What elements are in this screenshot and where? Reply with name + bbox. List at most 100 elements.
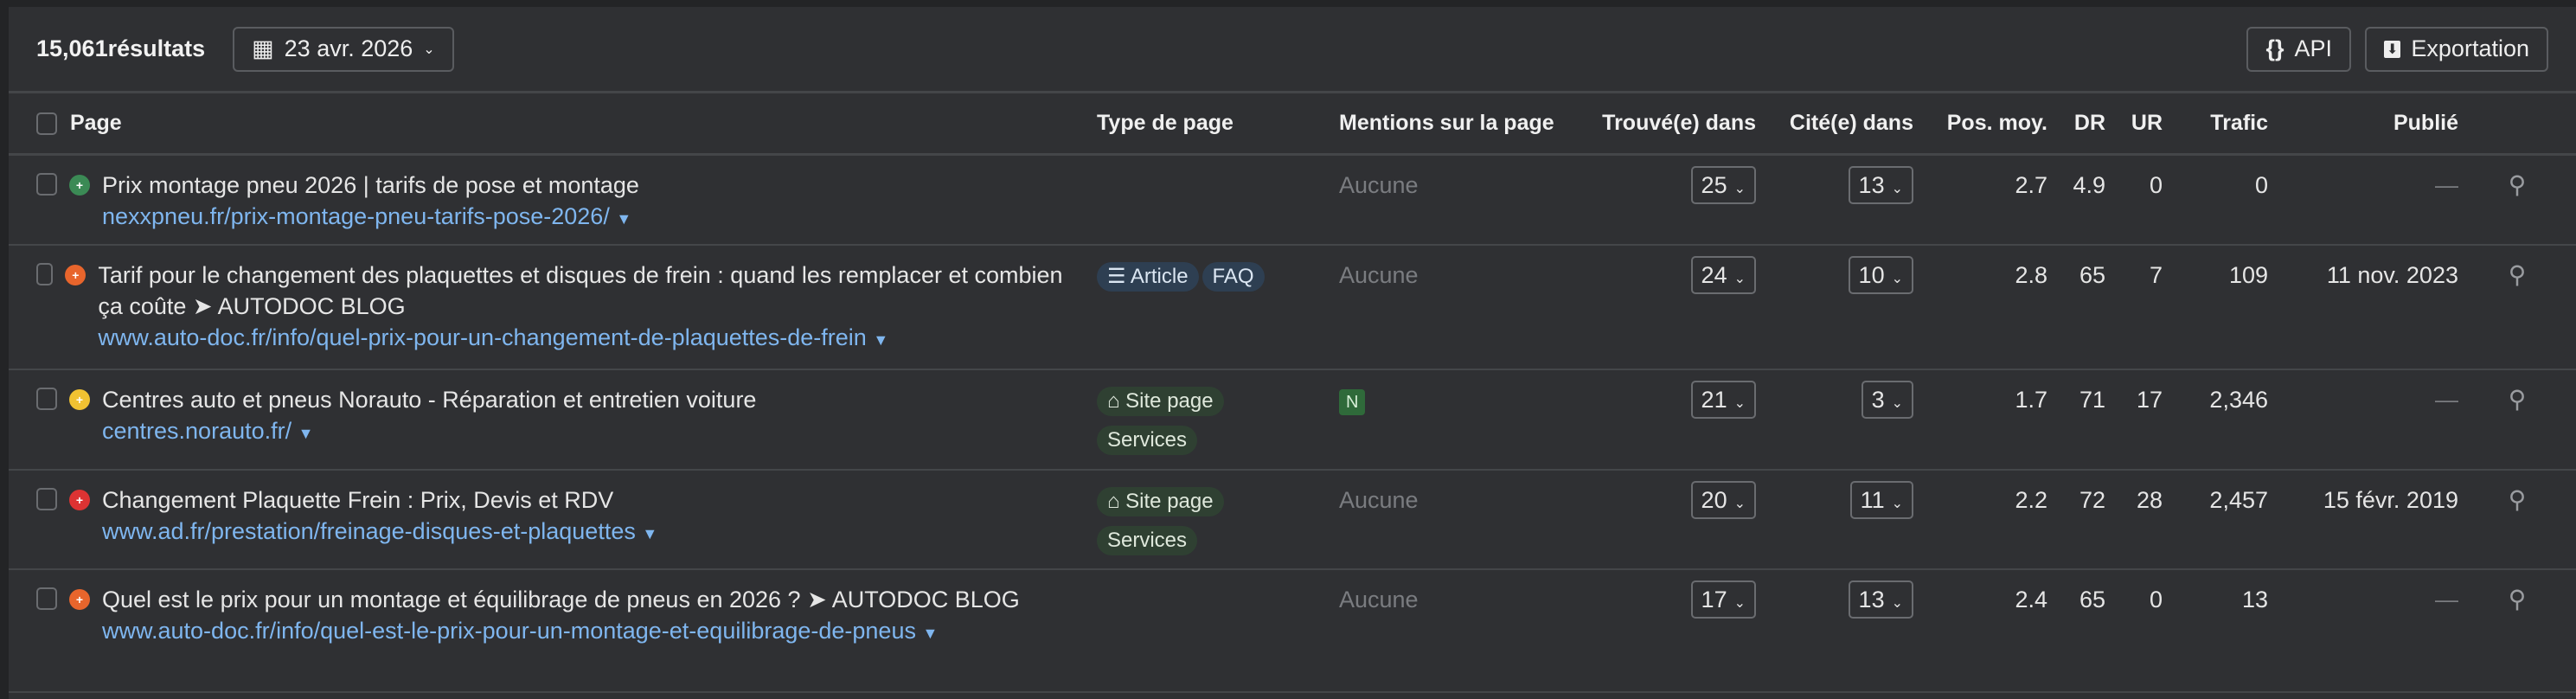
traffic: 2,346 <box>2163 369 2268 471</box>
table-row: + Quel est le prix pour un montage et éq… <box>9 569 2576 693</box>
mention-text: Aucune <box>1339 487 1419 513</box>
page-type-tag: ⌂ Site page <box>1097 387 1224 416</box>
table-row: + Changement Plaquette Frein : Prix, Dev… <box>9 470 2576 570</box>
page-type-tag: Services <box>1097 526 1198 555</box>
page-title[interactable]: Centres auto et pneus Norauto - Réparati… <box>102 384 756 415</box>
traffic: 109 <box>2163 245 2268 370</box>
chevron-down-icon: ⌄ <box>1733 596 1746 611</box>
col-dr[interactable]: DR <box>2047 93 2105 156</box>
cited-in-dropdown[interactable]: 3 ⌄ <box>1861 381 1913 419</box>
search-icon[interactable]: ⚲ <box>2509 586 2527 612</box>
mention-text: Aucune <box>1339 262 1419 288</box>
mention-text: Aucune <box>1339 171 1419 198</box>
found-value: 24 <box>1701 262 1727 288</box>
found-in-dropdown[interactable]: 20 ⌄ <box>1690 481 1756 519</box>
found-value: 17 <box>1701 587 1727 612</box>
url-rating: 17 <box>2105 369 2163 471</box>
domain-rating: 65 <box>2047 569 2105 693</box>
braces-icon: {} <box>2265 35 2284 61</box>
col-pos[interactable]: Pos. moy. <box>1913 93 2047 156</box>
traffic: 2,457 <box>2163 470 2268 570</box>
row-checkbox[interactable] <box>36 263 54 285</box>
found-value: 25 <box>1701 171 1727 198</box>
caret-down-icon[interactable]: ▼ <box>298 425 314 442</box>
caret-down-icon[interactable]: ▼ <box>873 331 888 349</box>
search-icon[interactable]: ⚲ <box>2509 261 2527 288</box>
page-url[interactable]: www.ad.fr/prestation/freinage-disques-et… <box>102 518 636 544</box>
page-url[interactable]: www.auto-doc.fr/info/quel-prix-pour-un-c… <box>98 324 866 350</box>
search-icon[interactable]: ⚲ <box>2509 171 2527 198</box>
avg-position: 1.7 <box>1913 369 2047 471</box>
found-in-dropdown[interactable]: 17 ⌄ <box>1690 580 1756 619</box>
row-checkbox[interactable] <box>36 488 57 510</box>
col-found[interactable]: Trouvé(e) dans <box>1574 93 1756 156</box>
chevron-down-icon: ⌄ <box>1891 272 1903 286</box>
home-icon: ⌂ <box>1107 490 1120 513</box>
select-all-checkbox[interactable] <box>36 112 57 136</box>
date-label: 23 avr. 2026 <box>284 35 413 61</box>
page-type-cell <box>1097 569 1339 693</box>
cited-in-dropdown[interactable]: 13 ⌄ <box>1848 580 1913 619</box>
found-in-dropdown[interactable]: 25 ⌄ <box>1690 165 1756 204</box>
table-row: + Centres auto et pneus Norauto - Répara… <box>9 369 2576 471</box>
date-picker[interactable]: ▦ 23 avr. 2026 ⌄ <box>233 26 454 72</box>
chevron-down-icon: ⌄ <box>423 42 435 57</box>
page-type-cell: ☰ Article FAQ <box>1097 245 1339 370</box>
col-page[interactable]: Page <box>70 111 122 135</box>
caret-down-icon[interactable]: ▼ <box>922 625 938 642</box>
chevron-down-icon: ⌄ <box>1733 396 1746 411</box>
published-date: — <box>2268 369 2458 471</box>
results-table: Page Type de page Mentions sur la page T… <box>9 93 2576 693</box>
col-mentions[interactable]: Mentions sur la page <box>1339 93 1574 156</box>
page-type-tag: Services <box>1097 426 1198 455</box>
cited-in-dropdown[interactable]: 10 ⌄ <box>1848 256 1913 294</box>
chevron-down-icon: ⌄ <box>1891 396 1903 411</box>
found-in-dropdown[interactable]: 21 ⌄ <box>1690 381 1756 419</box>
col-published[interactable]: Publié <box>2268 93 2458 156</box>
caret-down-icon[interactable]: ▼ <box>642 525 657 542</box>
page-title[interactable]: Prix montage pneu 2026 | tarifs de pose … <box>102 170 639 201</box>
domain-rating: 71 <box>2047 369 2105 471</box>
found-in-dropdown[interactable]: 24 ⌄ <box>1690 256 1756 294</box>
domain-rating: 65 <box>2047 245 2105 370</box>
url-rating: 0 <box>2105 154 2163 246</box>
col-type[interactable]: Type de page <box>1097 93 1339 156</box>
row-checkbox[interactable] <box>36 587 57 610</box>
page-title[interactable]: Tarif pour le changement des plaquettes … <box>98 260 1080 322</box>
home-icon: ⌂ <box>1107 389 1120 413</box>
download-file-icon: ⬇ <box>2384 40 2401 58</box>
page-title[interactable]: Quel est le prix pour un montage et équi… <box>102 584 1020 615</box>
avg-position: 2.8 <box>1913 245 2047 370</box>
page-type-tag: ☰ Article <box>1097 262 1199 292</box>
avg-position: 2.7 <box>1913 154 2047 246</box>
page-type-label: Site page <box>1125 389 1214 413</box>
col-ur[interactable]: UR <box>2105 93 2163 156</box>
search-icon[interactable]: ⚲ <box>2509 486 2527 513</box>
avg-position: 2.4 <box>1913 569 2047 693</box>
col-traffic[interactable]: Trafic <box>2163 93 2268 156</box>
page-title[interactable]: Changement Plaquette Frein : Prix, Devis… <box>102 484 657 516</box>
col-cited[interactable]: Cité(e) dans <box>1756 93 1913 156</box>
cited-in-dropdown[interactable]: 13 ⌄ <box>1848 165 1913 204</box>
found-value: 21 <box>1701 387 1727 413</box>
page-type-label: Services <box>1107 428 1188 452</box>
row-checkbox[interactable] <box>36 388 57 410</box>
page-type-tag: ⌂ Site page <box>1097 487 1224 516</box>
page-url[interactable]: centres.norauto.fr/ <box>102 418 292 444</box>
caret-down-icon[interactable]: ▼ <box>616 210 631 228</box>
calendar-icon: ▦ <box>252 35 274 61</box>
search-icon[interactable]: ⚲ <box>2509 386 2527 413</box>
traffic: 13 <box>2163 569 2268 693</box>
published-date: — <box>2268 154 2458 246</box>
export-button[interactable]: ⬇ Exportation <box>2365 26 2548 72</box>
api-label: API <box>2294 35 2332 61</box>
article-icon: ☰ <box>1107 265 1126 288</box>
cited-value: 11 <box>1860 487 1885 513</box>
page-type-cell: ⌂ Site page Services <box>1097 369 1339 471</box>
api-button[interactable]: {} API <box>2246 26 2351 72</box>
row-checkbox[interactable] <box>36 172 57 196</box>
table-row: + Prix montage pneu 2026 | tarifs de pos… <box>9 154 2576 246</box>
page-url[interactable]: nexxpneu.fr/prix-montage-pneu-tarifs-pos… <box>102 203 610 229</box>
cited-in-dropdown[interactable]: 11 ⌄ <box>1849 481 1913 519</box>
page-url[interactable]: www.auto-doc.fr/info/quel-est-le-prix-po… <box>102 618 916 644</box>
